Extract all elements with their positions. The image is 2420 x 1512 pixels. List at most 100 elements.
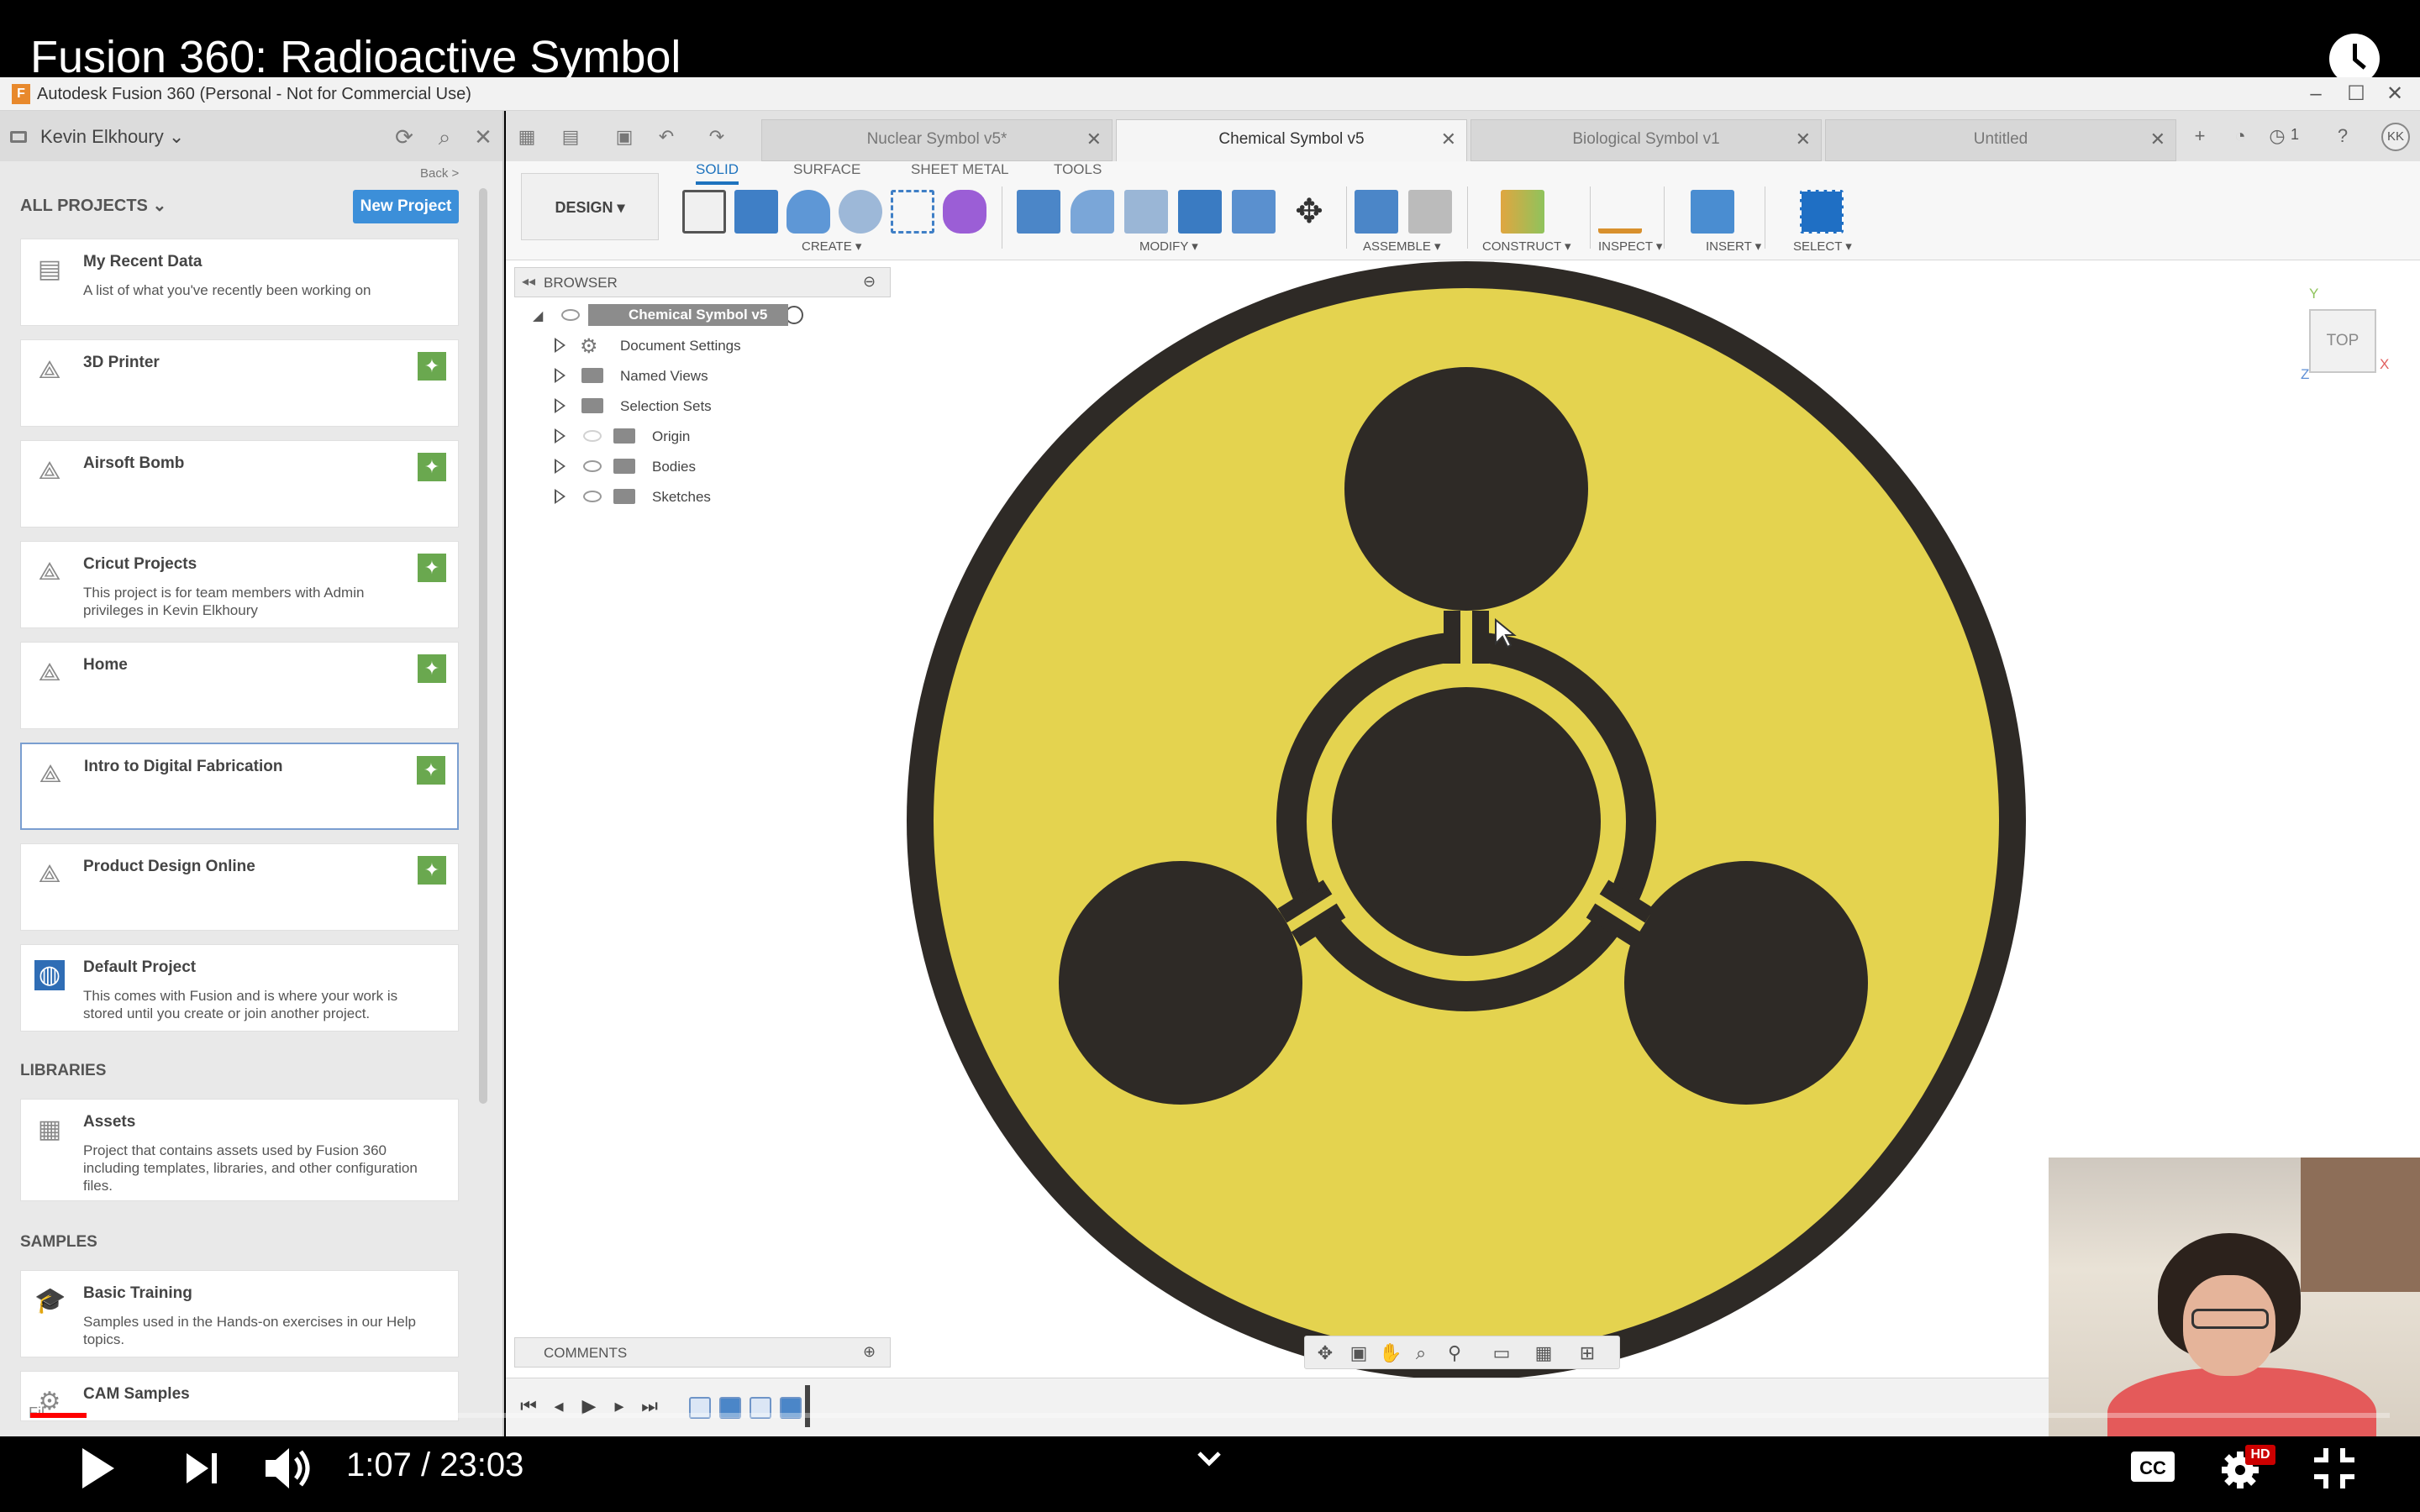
avatar[interactable]: KK <box>2381 123 2410 151</box>
pan-icon[interactable]: ✋ <box>1379 1341 1402 1365</box>
browser-panel-header[interactable]: ◂◂ BROWSER ⊖ <box>514 267 891 297</box>
pattern-icon[interactable] <box>891 190 934 234</box>
undo-icon[interactable]: ↶ <box>654 124 679 150</box>
grid-settings-icon[interactable]: ▦ <box>1532 1341 1555 1365</box>
cc-icon[interactable]: CC <box>2129 1450 2176 1483</box>
new-component-icon[interactable] <box>1355 190 1398 234</box>
inspect-menu[interactable]: INSPECT ▾ <box>1598 239 1662 254</box>
sample-card[interactable]: 🎓 Basic Training Samples used in the Han… <box>20 1270 459 1357</box>
visibility-eye-icon[interactable] <box>583 460 602 472</box>
expand-arrow-icon[interactable] <box>555 398 566 413</box>
tree-item-sketches[interactable]: Sketches <box>555 484 807 509</box>
refresh-icon[interactable]: ⟳ <box>392 124 417 150</box>
extrude-icon[interactable] <box>734 190 778 234</box>
redo-icon[interactable]: ↷ <box>704 124 729 150</box>
visibility-eye-icon[interactable] <box>583 430 602 442</box>
user-selector[interactable]: Kevin Elkhoury ⌄ <box>40 126 184 148</box>
maximize-icon[interactable]: ☐ <box>2339 81 2373 108</box>
measure-icon[interactable] <box>1598 190 1642 234</box>
orbit-icon[interactable]: ✥ <box>1313 1341 1337 1365</box>
project-card-recent-data[interactable]: ▤ My Recent Data A list of what you've r… <box>20 239 459 326</box>
select-icon[interactable] <box>1800 190 1844 234</box>
pin-panel-icon[interactable]: ⊖ <box>863 273 876 291</box>
timeline-marker[interactable] <box>805 1385 810 1427</box>
assemble-menu[interactable]: ASSEMBLE ▾ <box>1363 239 1441 254</box>
add-comment-icon[interactable]: ⊕ <box>863 1343 876 1361</box>
form-icon[interactable] <box>943 190 986 234</box>
hole-icon[interactable] <box>839 190 882 234</box>
exit-fullscreen-icon[interactable] <box>2311 1445 2358 1492</box>
revolve-icon[interactable] <box>786 190 830 234</box>
apps-grid-icon[interactable]: ▦ <box>514 124 539 150</box>
close-tab-icon[interactable]: ✕ <box>1796 120 1811 159</box>
back-link[interactable]: Back > <box>420 166 459 181</box>
construct-menu[interactable]: CONSTRUCT ▾ <box>1482 239 1571 254</box>
project-card[interactable]: ◍ Default Project This comes with Fusion… <box>20 944 459 1032</box>
visibility-eye-icon[interactable] <box>583 491 602 502</box>
fillet-icon[interactable] <box>1071 190 1114 234</box>
expand-icon[interactable]: ◢ <box>533 307 543 324</box>
look-at-icon[interactable]: ▣ <box>1347 1341 1370 1365</box>
visibility-eye-icon[interactable] <box>561 309 580 321</box>
pin-icon[interactable]: ✦ <box>418 453 446 481</box>
tab-surface[interactable]: SURFACE <box>793 161 860 178</box>
expand-arrow-icon[interactable] <box>555 338 566 353</box>
project-card[interactable]: ⟁ Airsoft Bomb ✦ <box>20 440 459 528</box>
project-card[interactable]: ⟁ Home ✦ <box>20 642 459 729</box>
search-icon[interactable]: ⌕ <box>432 124 457 150</box>
workspace-switcher[interactable]: DESIGN ▾ <box>521 173 659 240</box>
all-projects-dropdown[interactable]: ALL PROJECTS ⌄ <box>20 195 166 216</box>
tab-biological-symbol[interactable]: Biological Symbol v1 ✕ <box>1470 119 1822 161</box>
library-card[interactable]: ▦ Assets Project that contains assets us… <box>20 1099 459 1201</box>
next-icon[interactable] <box>183 1450 220 1487</box>
modify-menu[interactable]: MODIFY ▾ <box>1139 239 1198 254</box>
volume-icon[interactable] <box>262 1443 316 1494</box>
tree-item-named-views[interactable]: Named Views <box>555 363 807 388</box>
progress-bar[interactable] <box>30 1413 2390 1418</box>
extensions-icon[interactable]: ◔ <box>2227 123 2254 150</box>
insert-menu[interactable]: INSERT ▾ <box>1706 239 1761 254</box>
offset-plane-icon[interactable] <box>1501 190 1544 234</box>
create-sketch-icon[interactable] <box>682 190 726 234</box>
tree-item-origin[interactable]: Origin <box>555 423 807 449</box>
clock-icon[interactable] <box>2329 34 2380 84</box>
tab-tools[interactable]: TOOLS <box>1054 161 1102 178</box>
close-window-icon[interactable]: ✕ <box>2378 81 2412 108</box>
close-panel-icon[interactable]: ✕ <box>471 124 496 150</box>
comments-panel-header[interactable]: COMMENTS ⊕ <box>514 1337 891 1368</box>
pin-icon[interactable]: ✦ <box>417 756 445 785</box>
file-menu-icon[interactable]: ▤ <box>558 124 583 150</box>
collapse-icon[interactable]: ◂◂ <box>522 273 535 290</box>
pin-icon[interactable]: ✦ <box>418 554 446 582</box>
close-tab-icon[interactable]: ✕ <box>2150 120 2165 159</box>
project-card[interactable]: ⟁ Product Design Online ✦ <box>20 843 459 931</box>
tab-untitled[interactable]: Untitled ✕ <box>1825 119 2176 161</box>
tab-solid[interactable]: SOLID <box>696 161 739 185</box>
view-cube[interactable]: TOP <box>2309 309 2376 373</box>
browser-root-node[interactable]: Chemical Symbol v5 <box>588 304 788 326</box>
close-tab-icon[interactable]: ✕ <box>1441 120 1456 159</box>
insert-image-icon[interactable] <box>1691 190 1734 234</box>
job-status-icon[interactable]: ◷ <box>2264 123 2291 150</box>
shell-icon[interactable] <box>1178 190 1222 234</box>
close-tab-icon[interactable]: ✕ <box>1086 120 1102 159</box>
project-card-selected[interactable]: ⟁ Intro to Digital Fabrication ✦ <box>20 743 459 830</box>
tree-item-document-settings[interactable]: ⚙ Document Settings <box>555 333 807 358</box>
press-pull-icon[interactable] <box>1017 190 1060 234</box>
viewports-icon[interactable]: ⊞ <box>1576 1341 1599 1365</box>
chamfer-icon[interactable] <box>1124 190 1168 234</box>
move-icon[interactable]: ✥ <box>1287 190 1331 234</box>
help-icon[interactable]: ? <box>2329 123 2356 150</box>
tab-chemical-symbol[interactable]: Chemical Symbol v5 ✕ <box>1116 119 1467 161</box>
tab-sheet-metal[interactable]: SHEET METAL <box>911 161 1009 178</box>
zoom-icon[interactable]: ⌕ <box>1409 1341 1433 1365</box>
expand-arrow-icon[interactable] <box>555 428 566 444</box>
expand-arrow-icon[interactable] <box>555 459 566 474</box>
tab-nuclear-symbol[interactable]: Nuclear Symbol v5* ✕ <box>761 119 1113 161</box>
fit-icon[interactable]: ⚲ <box>1443 1341 1466 1365</box>
chemical-symbol-model[interactable] <box>906 260 2027 1381</box>
select-menu[interactable]: SELECT ▾ <box>1793 239 1852 254</box>
tree-item-selection-sets[interactable]: Selection Sets <box>555 393 807 418</box>
play-icon[interactable] <box>77 1445 118 1492</box>
new-project-button[interactable]: New Project <box>353 190 459 223</box>
